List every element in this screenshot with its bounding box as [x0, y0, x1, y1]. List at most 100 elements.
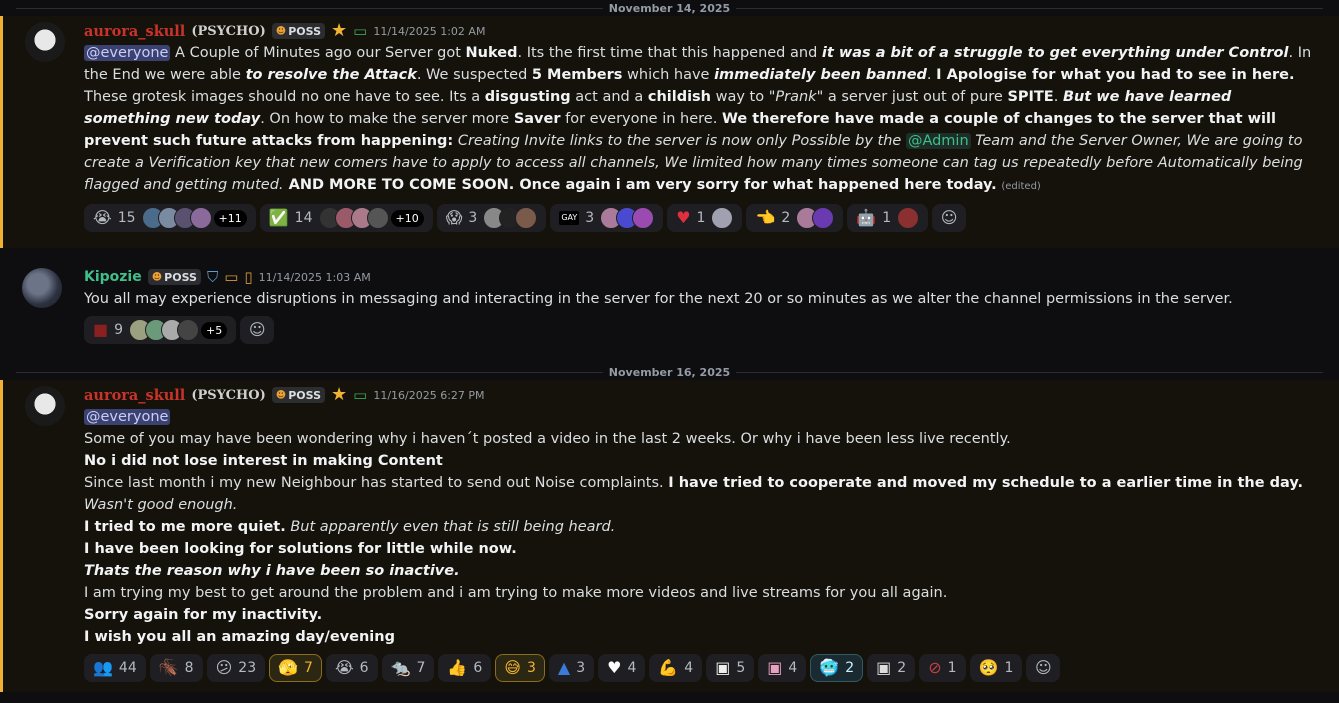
- avatar[interactable]: [25, 386, 65, 426]
- people-silhouette-icon: 👥: [93, 658, 113, 677]
- reactor-avatars: [129, 319, 200, 341]
- reactor-avatars: [318, 207, 389, 229]
- admin-role-mention[interactable]: @Admin: [905, 133, 971, 149]
- desktop-icon: ▭: [353, 385, 368, 404]
- reaction-rat[interactable]: 🐀 7: [381, 654, 435, 682]
- reaction-thumbs-up[interactable]: 👍 6: [438, 654, 492, 682]
- reaction-red-heart[interactable]: ♥ 1: [667, 204, 743, 232]
- sweat-smile-face-icon: 😅: [504, 658, 521, 677]
- clan-badge[interactable]: ☻ POSS: [271, 387, 325, 403]
- timestamp[interactable]: 11/14/2025 1:03 AM: [259, 271, 371, 284]
- add-reaction-button[interactable]: ☺: [240, 316, 275, 344]
- reaction-white-sticker[interactable]: ▣ 5: [706, 654, 755, 682]
- message-body: You all may experience disruptions in me…: [84, 291, 1233, 307]
- add-reaction-button[interactable]: ☺: [1026, 654, 1061, 682]
- message-header: Kipozie ☻ POSS ⛉ ▭ ▯ 11/14/2025 1:03 AM: [84, 266, 1319, 288]
- date-divider: November 16, 2025: [0, 364, 1339, 380]
- screaming-face-icon: 😱: [445, 208, 463, 227]
- user-tag: (PSYCHO): [191, 23, 266, 39]
- gay-badge-icon: GAY: [559, 211, 580, 225]
- blue-figure-icon: ▲: [557, 658, 571, 677]
- white-heart-icon: ♥: [607, 658, 622, 677]
- check-mark-icon: ✅: [268, 208, 289, 227]
- reactor-avatars: [711, 207, 734, 229]
- reaction-pleading-face[interactable]: 🥺 1: [969, 654, 1023, 682]
- white-sticker-icon: ▣: [876, 658, 892, 677]
- reactions: 😭 15 +11 ✅ 14 +10 😱 3 GAY 3 ♥ 1 👈 2 🤖 1 ☺: [84, 204, 1319, 232]
- reactor-avatars: [483, 207, 538, 229]
- mobile-icon: ▯: [244, 267, 253, 286]
- reaction-robot-face[interactable]: 🤖 1: [847, 204, 929, 232]
- reaction-white-sticker-2[interactable]: ▣ 2: [867, 654, 916, 682]
- thumbs-up-icon: 👍: [447, 658, 468, 677]
- username[interactable]: aurora_skull: [84, 387, 185, 404]
- reactions: 👥 44 🪳 8 😕 23 🫣 7 😭 6 🐀 7 👍 6 😅 3 ▲ 3 ♥ 4 💪 4 ▣ 5 ▣ 4…: [84, 654, 1319, 682]
- robot-face-icon: 🤖: [856, 208, 877, 227]
- username[interactable]: aurora_skull: [84, 23, 185, 40]
- add-reaction-button[interactable]: ☺: [932, 204, 967, 232]
- clan-badge[interactable]: ☻ POSS: [271, 23, 325, 39]
- user-tag: (PSYCHO): [191, 387, 266, 403]
- reaction-cockroach[interactable]: 🪳 8: [149, 654, 203, 682]
- red-square-icon: ■: [93, 320, 109, 339]
- reactions: ■ 9 +5 ☺: [84, 316, 1319, 344]
- date-divider: November 14, 2025: [0, 0, 1339, 16]
- white-sticker-icon: ▣: [715, 658, 731, 677]
- reaction-blue-figure[interactable]: ▲ 3: [548, 654, 595, 682]
- reaction-screaming-face[interactable]: 😱 3: [436, 204, 547, 232]
- message-header: aurora_skull (PSYCHO) ☻ POSS ★ ▭ 11/16/20…: [84, 384, 1319, 406]
- reactor-avatars: [897, 207, 920, 229]
- reaction-sweat-smile-face[interactable]: 😅 3: [495, 654, 545, 682]
- everyone-mention[interactable]: @everyone: [84, 45, 171, 61]
- flexed-arm-icon: 💪: [658, 658, 679, 677]
- reaction-flexed-arm[interactable]: 💪 4: [649, 654, 703, 682]
- cold-face-icon: 🥶: [819, 658, 840, 677]
- add-reaction-icon: ☺: [248, 320, 266, 339]
- reaction-cold-face[interactable]: 🥶 2: [810, 654, 864, 682]
- skull-icon: ☻: [275, 389, 287, 401]
- message[interactable]: aurora_skull (PSYCHO) ☻ POSS ★ ▭ 11/16/20…: [0, 380, 1339, 692]
- crying-face-icon: 😭: [93, 208, 112, 227]
- clan-badge[interactable]: ☻ POSS: [147, 269, 201, 285]
- reaction-no-entry-sticker[interactable]: ⊘ 1: [919, 654, 966, 682]
- reaction-pointing-hand[interactable]: 👈 2: [746, 204, 844, 232]
- reaction-crying-face[interactable]: 😭 15 +11: [84, 204, 256, 232]
- reaction-hands-face[interactable]: 🫣 7: [269, 654, 322, 682]
- reaction-pink-sticker[interactable]: ▣ 4: [758, 654, 807, 682]
- star-icon: ★: [331, 20, 348, 41]
- star-icon: ★: [331, 384, 348, 405]
- everyone-mention[interactable]: @everyone: [84, 409, 171, 425]
- avatar[interactable]: [25, 22, 65, 62]
- cockroach-icon: 🪳: [158, 658, 179, 677]
- skull-icon: ☻: [151, 271, 163, 283]
- no-entry-sticker-icon: ⊘: [928, 658, 942, 677]
- reactor-avatars: [796, 207, 835, 229]
- message-body: @everyone Some of you may have been wond…: [84, 409, 1303, 645]
- message[interactable]: Kipozie ☻ POSS ⛉ ▭ ▯ 11/14/2025 1:03 AM Y…: [0, 248, 1339, 356]
- reaction-crying-face[interactable]: 😭 6: [325, 654, 378, 682]
- add-reaction-icon: ☺: [940, 208, 958, 227]
- reaction-red-square[interactable]: ■ 9 +5: [84, 316, 237, 344]
- username[interactable]: Kipozie: [84, 269, 142, 285]
- avatar[interactable]: [22, 268, 62, 308]
- reaction-white-heart[interactable]: ♥ 4: [598, 654, 646, 682]
- reaction-check-mark[interactable]: ✅ 14 +10: [259, 204, 433, 232]
- pointing-hand-icon: 👈: [755, 208, 776, 227]
- reaction-gay-badge[interactable]: GAY 3: [550, 204, 664, 232]
- hands-face-icon: 🫣: [278, 658, 299, 677]
- message[interactable]: aurora_skull (PSYCHO) ☻ POSS ★ ▭ 11/14/20…: [0, 16, 1339, 248]
- edited-label: (edited): [1001, 181, 1041, 192]
- reactor-avatars: [600, 207, 655, 229]
- timestamp[interactable]: 11/14/2025 1:02 AM: [373, 25, 485, 38]
- reaction-confused-face[interactable]: 😕 23: [206, 654, 266, 682]
- reaction-people-silhouette[interactable]: 👥 44: [84, 654, 146, 682]
- crying-face-icon: 😭: [334, 658, 354, 677]
- rat-icon: 🐀: [390, 658, 411, 677]
- timestamp[interactable]: 11/16/2025 6:27 PM: [373, 389, 484, 402]
- desktop-icon: ▭: [353, 21, 368, 40]
- desktop-icon: ▭: [224, 267, 239, 286]
- skull-icon: ☻: [275, 25, 287, 37]
- message-body: @everyone A Couple of Minutes ago our Se…: [84, 45, 1312, 193]
- confused-face-icon: 😕: [215, 658, 233, 677]
- message-header: aurora_skull (PSYCHO) ☻ POSS ★ ▭ 11/14/20…: [84, 20, 1319, 42]
